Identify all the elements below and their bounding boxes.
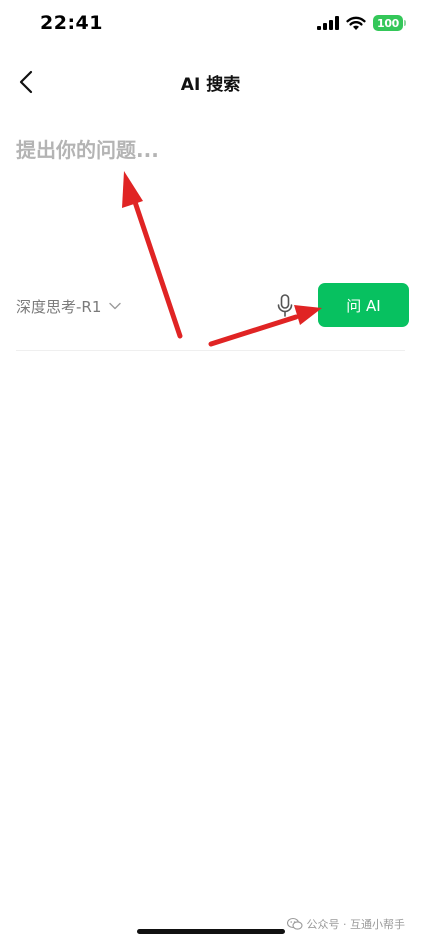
ai-search-screen: 22:41 100 AI 搜索 提出你的问题... 深度思考-R1 问 AI 公…	[0, 0, 421, 943]
model-label: 深度思考-R1	[16, 297, 102, 316]
home-indicator	[137, 929, 285, 934]
nav-bar: AI 搜索	[0, 60, 421, 104]
status-bar: 22:41 100	[0, 0, 421, 52]
chevron-down-icon	[109, 302, 122, 310]
ask-ai-button[interactable]: 问 AI	[318, 283, 409, 327]
page-title: AI 搜索	[180, 75, 241, 95]
divider	[16, 350, 405, 351]
question-input[interactable]	[16, 134, 404, 244]
voice-input-button[interactable]	[274, 293, 296, 319]
wifi-icon	[346, 16, 366, 30]
microphone-icon	[277, 294, 293, 317]
signal-icon	[317, 16, 339, 30]
arrow-to-ask-button	[208, 305, 322, 347]
status-icons: 100	[317, 15, 406, 31]
watermark-text: 公众号 · 互通小帮手	[306, 918, 406, 931]
battery-icon: 100	[373, 15, 406, 31]
watermark: 公众号 · 互通小帮手	[286, 916, 406, 932]
status-time: 22:41	[40, 12, 103, 34]
model-selector[interactable]: 深度思考-R1	[16, 293, 122, 319]
wechat-official-account-icon	[286, 917, 303, 930]
battery-level: 100	[376, 16, 400, 30]
